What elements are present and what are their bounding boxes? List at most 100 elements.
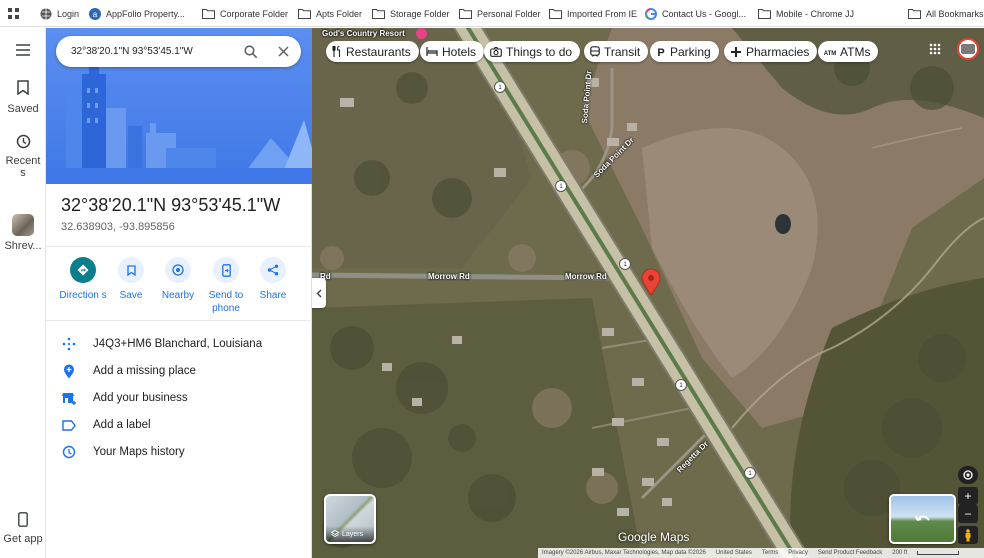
get-app-button[interactable]: Get app [0, 512, 46, 545]
chip-parking[interactable]: P Parking [650, 41, 719, 62]
road-label: Morrow Rd [428, 272, 470, 281]
maps-history-text: Your Maps history [93, 446, 185, 458]
add-missing-place-row[interactable]: Add a missing place [61, 361, 306, 381]
pharmacy-icon [731, 46, 741, 57]
add-business-icon [61, 392, 77, 405]
directions-icon [70, 257, 96, 283]
recent-place-shreveport[interactable]: Shrev... [0, 214, 46, 252]
share-icon [260, 257, 286, 283]
add-label-text: Add a label [93, 419, 151, 431]
scale-label[interactable]: 200 ft [892, 550, 907, 556]
add-business-row[interactable]: Add your business [61, 388, 306, 408]
satellite-map[interactable]: 11111 Rd Morrow Rd Morrow Rd Soda Point … [312, 28, 984, 558]
plus-code-text: J4Q3+HM6 Blanchard, Louisiana [93, 338, 263, 350]
share-button[interactable]: Share [245, 257, 301, 302]
poi-marker-icon[interactable] [416, 28, 427, 39]
maps-history-row[interactable]: Your Maps history [61, 442, 306, 462]
country-link[interactable]: United States [716, 550, 752, 556]
directions-label: Direction s [59, 290, 107, 301]
folder-icon [549, 9, 562, 19]
street-view-preview[interactable] [889, 494, 956, 544]
folder-icon [372, 9, 385, 19]
google-maps-logo: Google Maps [618, 530, 690, 544]
folder-icon [298, 9, 311, 19]
bookmark-storage-folder[interactable]: Storage Folder [372, 0, 450, 27]
parking-icon: P [657, 47, 664, 58]
search-icon[interactable] [244, 44, 258, 59]
chip-atms[interactable]: ATM ATMs [818, 41, 879, 62]
my-location-button[interactable] [958, 466, 978, 484]
chip-pharmacies[interactable]: Pharmacies [724, 41, 818, 62]
imagery-attribution: Imagery ©2026 Airbus, Maxar Technologies… [542, 550, 706, 556]
atm-icon: ATM [824, 51, 836, 56]
nearby-icon [165, 257, 191, 283]
recent-place-label: Shrev... [4, 240, 42, 252]
collapse-panel-button[interactable] [312, 278, 326, 308]
avatar[interactable] [957, 38, 979, 60]
label-icon [61, 419, 77, 431]
restaurant-icon [332, 46, 341, 57]
close-icon[interactable] [278, 46, 289, 57]
my-location-icon [963, 470, 973, 480]
menu-icon [16, 44, 30, 56]
chevron-left-icon [316, 289, 322, 297]
terms-link[interactable]: Terms [762, 550, 778, 556]
bookmark-personal-folder[interactable]: Personal Folder [459, 0, 541, 27]
page-title: 32°38'20.1"N 93°53'45.1"W [61, 195, 281, 215]
add-missing-place-text: Add a missing place [93, 365, 196, 377]
add-location-icon [61, 364, 77, 379]
saved-label: Saved [7, 103, 39, 115]
privacy-link[interactable]: Privacy [788, 550, 808, 556]
hotel-icon [426, 47, 438, 56]
zoom-out-button[interactable]: − [958, 505, 978, 523]
chip-things-to-do[interactable]: Things to do [484, 41, 581, 62]
chip-restaurants[interactable]: Restaurants [326, 41, 419, 62]
bookmark-login[interactable]: Login [40, 0, 79, 27]
plus-code-icon [61, 337, 77, 351]
bookmark-icon [118, 257, 144, 283]
folder-icon [758, 9, 771, 19]
bookmark-apts-folder[interactable]: Apts Folder [298, 0, 362, 27]
search-input[interactable]: 32°38'20.1"N 93°53'45.1"W [71, 46, 244, 57]
apps-grid-icon[interactable] [8, 0, 19, 27]
menu-button[interactable] [0, 44, 46, 60]
poi-label[interactable]: God's Country Resort [322, 29, 405, 38]
road-label: Morrow Rd [565, 272, 607, 281]
saved-button[interactable]: Saved [0, 80, 46, 115]
feedback-link[interactable]: Send Product Feedback [818, 550, 882, 556]
bookmark-imported-folder[interactable]: Imported From IE [549, 0, 637, 27]
layers-button[interactable]: Layers [324, 494, 376, 544]
svg-text:ATM: ATM [824, 51, 836, 56]
divider [46, 246, 312, 247]
get-app-label: Get app [3, 533, 43, 545]
folder-icon [908, 9, 921, 19]
scale-bar [917, 551, 960, 555]
bookmark-contact-us[interactable]: Contact Us - Googl... [645, 0, 746, 27]
zoom-in-button[interactable]: + [958, 487, 978, 505]
layers-label: Layers [342, 530, 364, 538]
bookmark-corporate-folder[interactable]: Corporate Folder [202, 0, 288, 27]
pegman-button[interactable] [958, 526, 978, 544]
history-icon [16, 134, 30, 149]
add-label-row[interactable]: Add a label [61, 415, 306, 435]
decimal-coordinates: 32.638903, -93.895856 [61, 221, 175, 233]
divider [46, 320, 312, 321]
chip-hotels[interactable]: Hotels [420, 41, 485, 62]
recent-place-thumbnail [12, 214, 34, 236]
folder-icon [202, 9, 215, 19]
google-apps-icon[interactable] [929, 42, 941, 60]
appfolio-icon: a [89, 7, 101, 20]
chip-transit[interactable]: Transit [584, 41, 649, 62]
plus-code-row[interactable]: J4Q3+HM6 Blanchard, Louisiana [61, 334, 306, 354]
svg-text:P: P [657, 47, 664, 58]
search-box[interactable]: 32°38'20.1"N 93°53'45.1"W [56, 36, 301, 67]
bookmark-all-bookmarks[interactable]: All Bookmarks [908, 0, 984, 27]
phone-icon [18, 512, 28, 527]
bookmark-appfolio[interactable]: a AppFolio Property... [89, 0, 185, 27]
save-label: Save [119, 290, 143, 301]
send-to-phone-icon [213, 257, 239, 283]
bookmark-mobile-folder[interactable]: Mobile - Chrome JJ [758, 0, 854, 27]
bookmarks-bar: Login a AppFolio Property... Corporate F… [0, 0, 984, 27]
recents-button[interactable]: Recent s [0, 134, 46, 179]
globe-icon [40, 8, 52, 19]
